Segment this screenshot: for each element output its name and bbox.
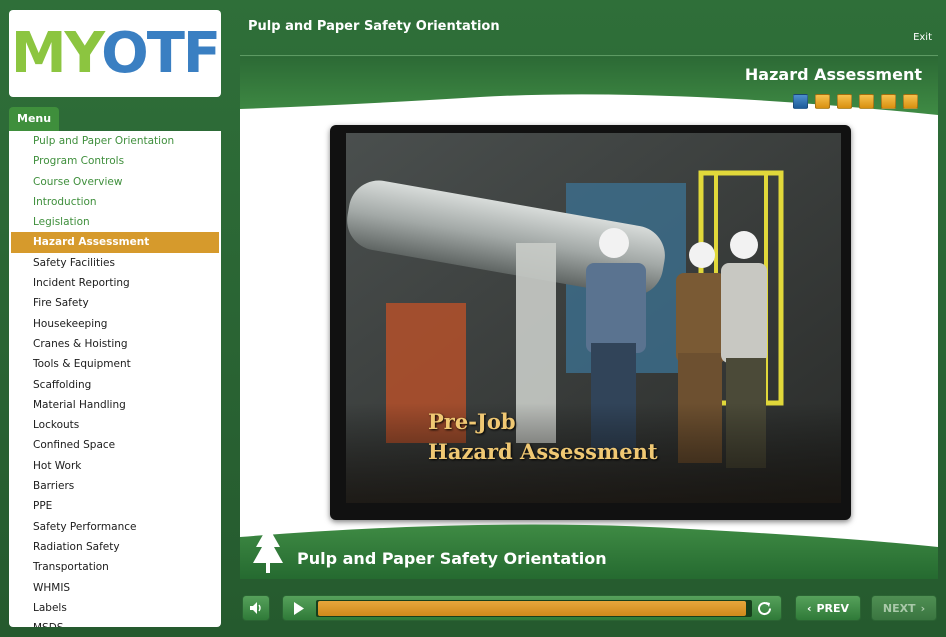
page-dot[interactable] xyxy=(881,94,896,109)
menu-item[interactable]: Program Controls xyxy=(11,151,219,171)
menu-item[interactable]: Safety Facilities xyxy=(11,253,219,273)
page-dot[interactable] xyxy=(903,94,918,109)
playback-progress-track[interactable] xyxy=(316,600,752,617)
page-dot[interactable] xyxy=(859,94,874,109)
logo: MYOTF xyxy=(9,10,221,97)
video-caption-line1: Pre-Job xyxy=(428,409,516,434)
exit-link[interactable]: Exit xyxy=(913,32,932,43)
playback-bar xyxy=(282,595,782,621)
menu-item[interactable]: Pulp and Paper Orientation xyxy=(11,131,219,151)
header-divider xyxy=(240,55,938,56)
menu-tab: Menu xyxy=(9,107,60,131)
menu-item[interactable]: Legislation xyxy=(11,212,219,232)
menu-item[interactable]: Confined Space xyxy=(11,435,219,455)
prev-button[interactable]: ‹ PREV xyxy=(795,595,861,621)
play-icon[interactable] xyxy=(293,602,305,615)
speaker-icon xyxy=(250,602,261,614)
menu-item[interactable]: Barriers xyxy=(11,476,219,496)
next-label: NEXT xyxy=(882,601,916,615)
bottom-banner xyxy=(240,524,938,579)
menu-item[interactable]: Fire Safety xyxy=(11,293,219,313)
logo-letter-m: M xyxy=(10,20,67,86)
page-dot[interactable] xyxy=(793,94,808,109)
chevron-left-icon: ‹ xyxy=(806,601,812,615)
menu-item[interactable]: Housekeeping xyxy=(11,314,219,334)
chevron-right-icon: › xyxy=(920,601,926,615)
footer-title: Pulp and Paper Safety Orientation xyxy=(297,549,607,568)
menu-item[interactable]: Incident Reporting xyxy=(11,273,219,293)
logo-wordmark: MYOTF xyxy=(11,25,221,82)
tree-icon xyxy=(253,517,283,573)
menu-item[interactable]: Transportation xyxy=(11,557,219,577)
video-caption: Pre-Job Hazard Assessment xyxy=(428,407,658,467)
menu-item[interactable]: Introduction xyxy=(11,192,219,212)
prev-label: PREV xyxy=(816,601,850,615)
video-caption-line2: Hazard Assessment xyxy=(428,439,658,464)
section-title: Hazard Assessment xyxy=(744,65,922,84)
menu-item[interactable]: Safety Performance xyxy=(11,517,219,537)
course-title: Pulp and Paper Safety Orientation xyxy=(248,19,500,34)
menu-item[interactable]: Material Handling xyxy=(11,395,219,415)
app-window: MYOTF Menu Pulp and Paper Orientation Pro… xyxy=(0,0,946,637)
menu-item[interactable]: Scaffolding xyxy=(11,375,219,395)
page-progress-indicator xyxy=(793,94,918,109)
menu-item[interactable]: Hot Work xyxy=(11,456,219,476)
logo-letter-y: Y xyxy=(64,20,104,86)
menu-item[interactable]: WHMIS xyxy=(11,578,219,598)
menu-list: Pulp and Paper Orientation Program Contro… xyxy=(9,131,221,627)
menu-item[interactable]: Radiation Safety xyxy=(11,537,219,557)
video-player[interactable]: Pre-Job Hazard Assessment xyxy=(330,125,851,520)
next-button[interactable]: NEXT › xyxy=(871,595,937,621)
content-area: Hazard Assessment Pre-Job Hazard Assessm… xyxy=(240,57,938,579)
menu-item[interactable]: Labels xyxy=(11,598,219,618)
page-dot[interactable] xyxy=(815,94,830,109)
playback-progress-fill xyxy=(318,601,746,616)
sound-button[interactable] xyxy=(242,595,270,621)
menu-item[interactable]: Hazard Assessment xyxy=(11,232,219,253)
menu-item[interactable]: Course Overview xyxy=(11,172,219,192)
page-dot[interactable] xyxy=(837,94,852,109)
menu-item[interactable]: PPE xyxy=(11,496,219,516)
menu-item[interactable]: Cranes & Hoisting xyxy=(11,334,219,354)
menu-item[interactable]: MSDS xyxy=(11,618,219,627)
menu-item[interactable]: Tools & Equipment xyxy=(11,354,219,374)
replay-icon[interactable] xyxy=(756,600,773,617)
menu-item[interactable]: Lockouts xyxy=(11,415,219,435)
logo-letters-otf: OTF xyxy=(101,20,221,86)
